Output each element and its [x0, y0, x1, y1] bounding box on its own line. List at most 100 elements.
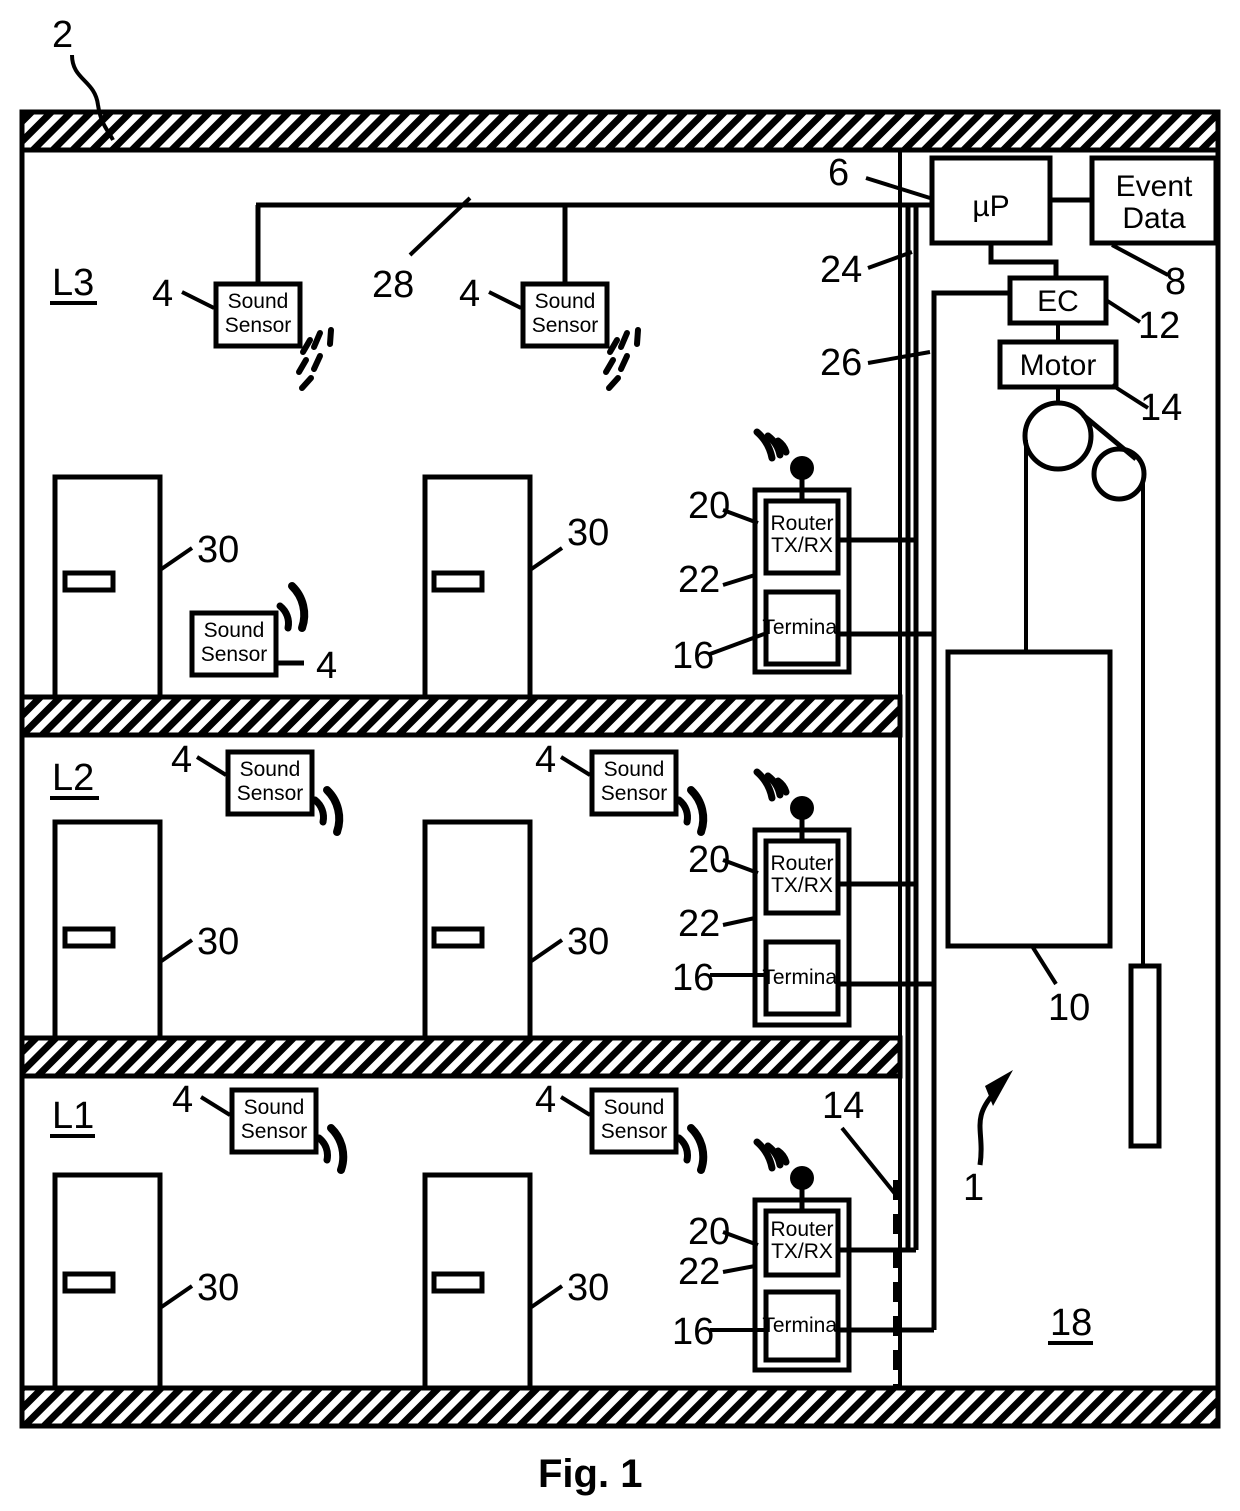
floor-slab-l2-l1: [19, 1035, 903, 1079]
sound-wave-icon: [675, 1124, 708, 1174]
ref-door-l1-a: 30: [197, 1267, 239, 1309]
ref-router-l2: 20: [688, 839, 730, 881]
sound-sensor-l3-a: Sound Sensor: [181, 281, 334, 391]
sound-sensor-label-2: Sensor: [532, 314, 599, 337]
ref-sensor-l1-b: 4: [535, 1079, 556, 1121]
event-data-label-1: Event: [1116, 170, 1193, 203]
router-label-1: Router: [770, 852, 833, 875]
ref-door-l1-b: 30: [567, 1267, 609, 1309]
motor-block: Motor: [997, 323, 1150, 410]
door-l1-b: [422, 1172, 564, 1391]
door-handle-icon: [431, 570, 485, 593]
ref-door-l2-a: 30: [197, 921, 239, 963]
sound-wave-icon: [603, 327, 641, 391]
microprocessor-block: µP: [865, 155, 1053, 246]
sound-sensor-label-1: Sound: [604, 1096, 665, 1119]
router-label-1: Router: [770, 1218, 833, 1241]
sound-sensor-label-1: Sound: [535, 290, 596, 313]
ref-door-l2-b: 30: [567, 921, 609, 963]
sound-sensor-l2-b: Sound Sensor: [559, 749, 708, 836]
ref-terminal-l1: 16: [672, 1311, 714, 1353]
ref-car-10: 10: [1048, 987, 1090, 1029]
door-handle-icon: [62, 926, 116, 949]
ref-system-1: 1: [963, 1167, 984, 1209]
sound-wave-icon: [296, 327, 334, 391]
sound-sensor-label-2: Sensor: [201, 643, 268, 666]
sound-wave-icon: [315, 1124, 348, 1174]
router-label-1: Router: [770, 512, 833, 535]
ref-sensor-l3-c: 4: [316, 645, 337, 687]
ref-door-l3-a: 30: [197, 529, 239, 571]
sound-sensor-label-2: Sensor: [601, 1120, 668, 1143]
sound-sensor-l3-c: Sound Sensor: [189, 582, 309, 678]
ref-shaft-18-text: 18: [1050, 1302, 1092, 1344]
figure-canvas: µP Event Data EC Motor Sound Sensor Soun…: [19, 14, 1221, 1496]
terminal-label: Terminal: [762, 616, 841, 639]
ref-microprocessor-6: 6: [828, 152, 849, 194]
door-l3-b: [422, 474, 564, 700]
ref-motor-14: 14: [1140, 387, 1182, 429]
counterweight: [1128, 963, 1162, 1149]
sound-sensor-label-1: Sound: [604, 758, 665, 781]
ceiling-slab: [19, 109, 1221, 153]
level-label-l1: L1: [50, 1095, 95, 1138]
ref-network-28: 28: [372, 264, 414, 306]
ref-cable-14: 14: [822, 1085, 864, 1127]
ref-shaft-18: 18: [1048, 1302, 1093, 1345]
sound-sensor-l3-b: Sound Sensor: [488, 281, 641, 391]
ref-bus-26: 26: [820, 342, 862, 384]
door-handle-icon: [431, 1271, 485, 1294]
sound-sensor-label-1: Sound: [204, 619, 265, 642]
door-handle-icon: [62, 1271, 116, 1294]
door-handle-icon: [431, 926, 485, 949]
floor-slab-l3-l2: [19, 694, 903, 738]
sound-sensor-label-2: Sensor: [237, 782, 304, 805]
ref-sensor-l2-a: 4: [171, 739, 192, 781]
system-arrow: [977, 1070, 1013, 1166]
sound-sensor-label-1: Sound: [228, 290, 289, 313]
sound-sensor-label-1: Sound: [240, 758, 301, 781]
door-handle-icon: [62, 570, 116, 593]
ref-sensor-l3-b: 4: [459, 273, 480, 315]
ref-event-data-8: 8: [1165, 261, 1186, 303]
door-l2-b: [422, 819, 564, 1041]
door-l1-a: [52, 1172, 194, 1391]
sound-sensor-l1-a: Sound Sensor: [199, 1087, 348, 1174]
ref-housing-l1: 22: [678, 1251, 720, 1293]
level-label-l3: L3: [50, 262, 97, 305]
base-slab: [19, 1385, 1221, 1429]
sound-sensor-label-2: Sensor: [241, 1120, 308, 1143]
door-l3-a: [52, 474, 194, 700]
microprocessor-label: µP: [972, 190, 1009, 223]
level-label-l2: L2: [50, 757, 99, 800]
ref-bus-24: 24: [820, 249, 862, 291]
ref-router-l1: 20: [688, 1211, 730, 1253]
elevator-car: [945, 649, 1113, 986]
ref-router-l3: 20: [688, 485, 730, 527]
router-label-2: TX/RX: [771, 534, 833, 557]
sound-sensor-label-2: Sensor: [601, 782, 668, 805]
sound-sensor-label-1: Sound: [244, 1096, 305, 1119]
main-sheave-icon: [1022, 400, 1094, 472]
patent-figure: µP Event Data EC Motor Sound Sensor Soun…: [0, 0, 1240, 1511]
ref-terminal-l3: 16: [672, 635, 714, 677]
sound-wave-icon: [276, 582, 309, 632]
ref-housing-l2: 22: [678, 903, 720, 945]
level-label-l3-text: L3: [52, 262, 94, 304]
event-data-block: Event Data: [1050, 155, 1219, 277]
ref-building-2: 2: [52, 14, 73, 56]
terminal-label: Terminal: [762, 966, 841, 989]
sound-wave-icon: [311, 786, 344, 836]
ref-terminal-l2: 16: [672, 957, 714, 999]
event-data-label-2: Data: [1122, 202, 1186, 235]
ref-sensor-l3-a: 4: [152, 273, 173, 315]
level-label-l1-text: L1: [52, 1095, 94, 1137]
ref-door-l3-b: 30: [567, 512, 609, 554]
motor-label: Motor: [1020, 349, 1097, 382]
ref-sensor-l2-b: 4: [535, 739, 556, 781]
router-label-2: TX/RX: [771, 1240, 833, 1263]
level-label-l2-text: L2: [52, 757, 94, 799]
ref-housing-l3: 22: [678, 559, 720, 601]
elevator-controller-label: EC: [1037, 285, 1079, 318]
door-l2-a: [52, 819, 194, 1041]
